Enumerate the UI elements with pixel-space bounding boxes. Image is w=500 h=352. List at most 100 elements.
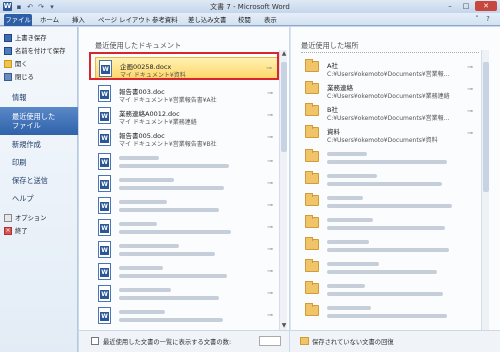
folder-icon (305, 303, 319, 316)
nav-save-as[interactable]: 名前を付けて保存 (4, 45, 65, 56)
show-count-checkbox[interactable] (91, 337, 99, 345)
recent-doc-item[interactable]: 報告書005.doc マイ ドキュメント¥営業報告書¥B社 ⊸ (95, 127, 279, 149)
pin-icon[interactable]: ⊸ (267, 311, 273, 319)
pin-icon[interactable]: ⊸ (467, 85, 473, 93)
nav-save-send[interactable]: 保存と送信 (0, 172, 78, 189)
blurred-text (327, 204, 452, 208)
blurred-doc-item[interactable]: ⊸ (95, 151, 279, 173)
blurred-place-item[interactable] (301, 213, 479, 235)
blurred-doc-item[interactable]: ⊸ (95, 283, 279, 305)
blurred-doc-item[interactable]: ⊸ (95, 305, 279, 327)
pin-icon[interactable]: ⊸ (467, 63, 473, 71)
word-doc-icon (98, 307, 111, 324)
tab-home[interactable]: ホーム (40, 14, 59, 26)
word-doc-icon (98, 241, 111, 258)
blurred-text (327, 240, 369, 244)
exit-icon: × (4, 226, 12, 235)
folder-icon (305, 81, 319, 94)
blurred-text (119, 200, 167, 204)
tab-mailings[interactable]: 差し込み文書 (188, 14, 226, 26)
tab-references[interactable]: 参考資料 (152, 14, 178, 26)
tab-file[interactable]: ファイル (4, 14, 32, 26)
tab-page-layout[interactable]: ページ レイアウト (98, 14, 151, 26)
blurred-text (119, 288, 171, 292)
scroll-thumb[interactable] (483, 62, 489, 192)
pin-icon[interactable]: ⊸ (467, 129, 473, 137)
pin-icon[interactable]: ⊸ (267, 179, 273, 187)
nav-save[interactable]: 上書き保存 (4, 32, 46, 43)
recent-place-item[interactable]: 業務連絡 C:¥Users¥okemoto¥Documents¥業務連絡 ⊸ (301, 79, 479, 101)
tab-view[interactable]: 表示 (264, 14, 277, 26)
nav-exit[interactable]: × 終了 (4, 225, 28, 236)
blurred-doc-item[interactable]: ⊸ (95, 239, 279, 261)
blurred-text (119, 252, 215, 256)
blurred-doc-item[interactable]: ⊸ (95, 195, 279, 217)
pin-icon[interactable]: ⊸ (267, 201, 273, 209)
maximize-button[interactable]: □ (459, 1, 473, 11)
place-path: C:¥Users¥okemoto¥Documents¥資料 (327, 137, 438, 144)
folder-icon (305, 149, 319, 162)
word-doc-icon (98, 285, 111, 302)
pin-icon[interactable]: ⊸ (267, 157, 273, 165)
blurred-doc-item[interactable]: ⊸ (95, 217, 279, 239)
tab-review[interactable]: 校閲 (238, 14, 251, 26)
scroll-up-icon[interactable]: ▲ (280, 50, 288, 58)
pin-icon[interactable]: ⊸ (267, 267, 273, 275)
doc-count-input[interactable] (259, 336, 281, 346)
save-as-icon (4, 46, 12, 55)
folder-icon (305, 237, 319, 250)
scroll-thumb[interactable] (281, 62, 287, 152)
title-bar: W ▪ ↶ ↷ ▾ 文書 7 - Microsoft Word – □ ✕ (0, 0, 500, 13)
folder-icon (305, 259, 319, 272)
recent-doc-item[interactable]: 業務連絡A0012.doc マイ ドキュメント¥業務連絡 ⊸ (95, 105, 279, 127)
recent-place-item[interactable]: 資料 C:¥Users¥okemoto¥Documents¥資料 ⊸ (301, 123, 479, 145)
save-icon (4, 33, 12, 42)
tab-insert[interactable]: 挿入 (72, 14, 85, 26)
pin-icon[interactable]: ⊸ (467, 107, 473, 115)
help-icon[interactable]: ? (484, 15, 492, 23)
selection-highlight-box (89, 52, 279, 80)
blurred-text (119, 310, 165, 314)
nav-info[interactable]: 情報 (0, 89, 78, 106)
recent-place-item[interactable]: A社 C:¥Users¥okemoto¥Documents¥営業報... ⊸ (301, 57, 479, 79)
blurred-place-item[interactable] (301, 169, 479, 191)
scroll-down-icon[interactable]: ▼ (280, 322, 288, 330)
blurred-text (119, 186, 224, 190)
pin-icon[interactable]: ⊸ (267, 133, 273, 141)
pin-icon[interactable]: ⊸ (267, 111, 273, 119)
pin-icon[interactable]: ⊸ (267, 89, 273, 97)
blurred-doc-item[interactable]: ⊸ (95, 261, 279, 283)
nav-options[interactable]: オプション (4, 212, 46, 223)
recent-docs-footer: 最近使用した文書の一覧に表示する文書の数: (79, 330, 289, 352)
pin-icon[interactable]: ⊸ (267, 245, 273, 253)
folder-icon (305, 103, 319, 116)
recover-unsaved-link[interactable]: 保存されていない文書の回復 (312, 337, 394, 346)
minimize-ribbon-icon[interactable]: ˄ (473, 15, 481, 23)
nav-close[interactable]: 閉じる (4, 71, 34, 82)
pin-icon[interactable]: ⊸ (267, 223, 273, 231)
recent-docs-scrollbar[interactable]: ▲ ▼ (279, 50, 287, 330)
blurred-place-item[interactable] (301, 191, 479, 213)
blurred-text (327, 174, 377, 178)
blurred-place-item[interactable] (301, 279, 479, 301)
word-doc-icon (98, 129, 111, 146)
recover-folder-icon[interactable] (300, 337, 309, 345)
recent-places-scrollbar[interactable] (481, 50, 489, 330)
blurred-place-item[interactable] (301, 257, 479, 279)
recent-place-item[interactable]: B社 C:¥Users¥okemoto¥Documents¥営業報... ⊸ (301, 101, 479, 123)
recent-doc-item[interactable]: 報告書003.doc マイ ドキュメント¥営業報告書¥A社 ⊸ (95, 83, 279, 105)
nav-open[interactable]: 開く (4, 58, 28, 69)
minimize-button[interactable]: – (443, 1, 457, 11)
pin-icon[interactable]: ⊸ (267, 289, 273, 297)
nav-print[interactable]: 印刷 (0, 154, 78, 171)
nav-recent[interactable]: 最近使用した ファイル (0, 107, 78, 135)
place-path: C:¥Users¥okemoto¥Documents¥営業報... (327, 71, 450, 78)
nav-new[interactable]: 新規作成 (0, 136, 78, 153)
folder-icon (305, 171, 319, 184)
blurred-place-item[interactable] (301, 147, 479, 169)
nav-help[interactable]: ヘルプ (0, 190, 78, 207)
blurred-place-item[interactable] (301, 301, 479, 323)
close-window-button[interactable]: ✕ (475, 1, 497, 11)
blurred-doc-item[interactable]: ⊸ (95, 173, 279, 195)
blurred-place-item[interactable] (301, 235, 479, 257)
